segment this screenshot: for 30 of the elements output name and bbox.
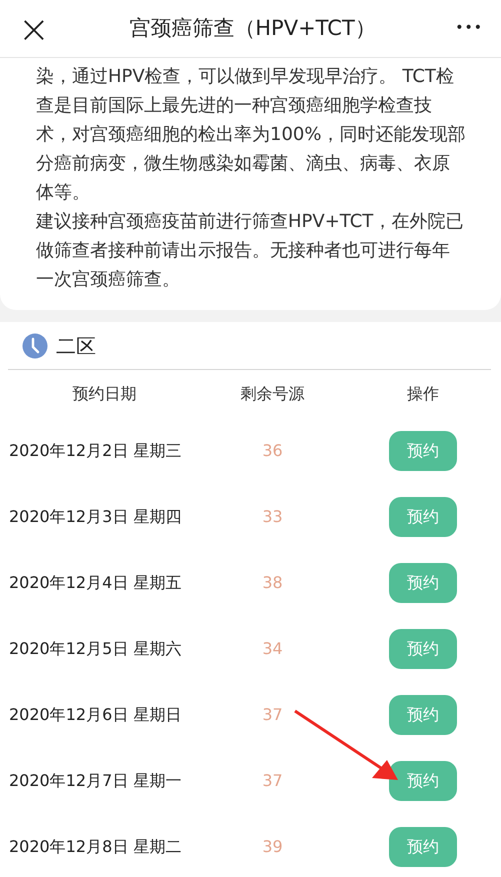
column-header: 操作 xyxy=(407,384,439,403)
book-button[interactable]: 预约 xyxy=(389,629,457,669)
date-text: 2020年12月5日 星期六 xyxy=(9,639,182,658)
book-button[interactable]: 预约 xyxy=(389,761,457,801)
book-button[interactable]: 预约 xyxy=(389,695,457,735)
book-button[interactable]: 预约 xyxy=(389,431,457,471)
date-text: 2020年12月7日 星期一 xyxy=(9,771,182,790)
date-text: 2020年12月6日 星期日 xyxy=(9,705,182,724)
more-button[interactable]: ••• xyxy=(455,18,483,39)
intro-paragraph: 染，通过HPV检查，可以做到早发现早治疗。 TCT检查是目前国际上最先进的一种宫颈癌细胞学检查技术，对宫颈癌细胞的检出率为100%，同时还能发现部分癌前病变，微生物感染如霉菌、滴虫、病毒、衣原体等。 xyxy=(36,65,466,205)
column-header: 剩余号源 xyxy=(240,384,304,403)
remaining-count: 33 xyxy=(262,507,283,526)
book-button[interactable]: 预约 xyxy=(389,827,457,867)
remaining-count: 38 xyxy=(262,573,283,592)
zone-title: 二区 xyxy=(56,332,96,360)
remaining-count: 34 xyxy=(262,639,283,658)
remaining-count: 37 xyxy=(262,705,283,724)
remaining-count: 37 xyxy=(262,771,283,790)
date-text: 2020年12月4日 星期五 xyxy=(9,573,182,592)
remaining-count: 39 xyxy=(262,837,283,856)
remaining-count: 36 xyxy=(262,441,283,460)
close-button[interactable]: × xyxy=(18,10,50,48)
date-text: 2020年12月3日 星期四 xyxy=(9,507,182,526)
page-title: 宫颈癌筛查（HPV+TCT） xyxy=(129,14,376,42)
date-text: 2020年12月2日 星期三 xyxy=(9,441,182,460)
date-text: 2020年12月8日 星期二 xyxy=(9,837,182,856)
intro-paragraph: 建议接种宫颈癌疫苗前进行筛查HPV+TCT，在外院已做筛查者接种前请出示报告。无接种者也可进行每年一次宫颈癌筛查。 xyxy=(36,210,464,292)
column-header: 预约日期 xyxy=(72,384,136,403)
book-button[interactable]: 预约 xyxy=(389,563,457,603)
book-button[interactable]: 预约 xyxy=(389,497,457,537)
